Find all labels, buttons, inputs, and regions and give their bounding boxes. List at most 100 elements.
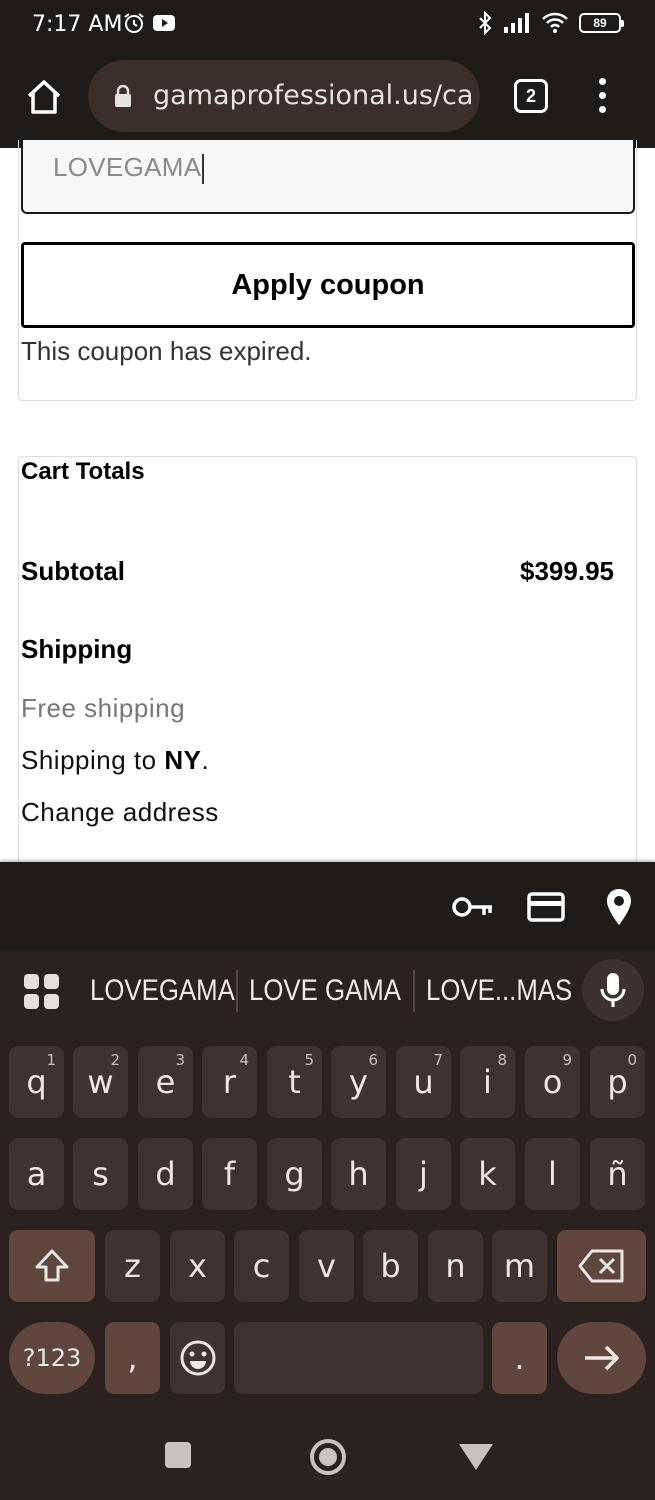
period-key[interactable]: .	[492, 1322, 547, 1394]
suggestion-item[interactable]: LOVEGAMA	[90, 974, 235, 1008]
key-s[interactable]: s	[73, 1138, 128, 1210]
battery-icon: 89	[579, 13, 624, 33]
key-m[interactable]: m	[492, 1230, 547, 1302]
key-p[interactable]: p0	[590, 1046, 645, 1118]
shipping-to-prefix: Shipping to	[21, 745, 165, 775]
url-text[interactable]: gamaprofessional.us/ca	[153, 80, 473, 111]
key-n[interactable]: n	[428, 1230, 483, 1302]
coupon-code-value: LOVEGAMA	[53, 152, 202, 182]
key-hint: 8	[497, 1051, 507, 1069]
key-label: q	[26, 1063, 47, 1101]
key-h[interactable]: h	[331, 1138, 386, 1210]
arrow-right-icon	[584, 1345, 619, 1371]
space-bar[interactable]	[234, 1322, 483, 1394]
key-hint: 9	[562, 1051, 572, 1069]
wifi-icon	[542, 12, 568, 33]
key-o[interactable]: o9	[525, 1046, 580, 1118]
coupon-code-input[interactable]: LOVEGAMA	[21, 140, 635, 214]
symbols-key[interactable]: ?123	[9, 1322, 95, 1394]
key-t[interactable]: t5	[267, 1046, 322, 1118]
apply-coupon-button[interactable]: Apply coupon	[21, 242, 635, 328]
key-hint: 4	[239, 1051, 249, 1069]
key-x[interactable]: x	[170, 1230, 225, 1302]
suggestion-divider	[413, 970, 415, 1012]
shift-key[interactable]	[9, 1230, 95, 1302]
key-j[interactable]: j	[396, 1138, 451, 1210]
browser-toolbar: gamaprofessional.us/ca 2	[0, 50, 655, 148]
more-vert-icon[interactable]	[590, 76, 618, 116]
key-label: e	[155, 1063, 176, 1101]
key-q[interactable]: q1	[9, 1046, 64, 1118]
key-hint: 5	[304, 1051, 314, 1069]
key-g[interactable]: g	[267, 1138, 322, 1210]
backspace-key[interactable]	[557, 1230, 646, 1302]
key-hint: 3	[175, 1051, 185, 1069]
key-label: r	[222, 1063, 237, 1101]
key-v[interactable]: v	[299, 1230, 354, 1302]
system-nav-bar	[0, 1406, 655, 1500]
key-n-tilde[interactable]: ñ	[590, 1138, 645, 1210]
mic-icon	[600, 973, 626, 1007]
recent-apps-icon[interactable]	[165, 1442, 191, 1468]
status-bar: 7:17 AM 89	[0, 0, 655, 50]
youtube-icon	[153, 15, 175, 31]
tab-switcher-button[interactable]: 2	[514, 79, 548, 113]
autofill-bar	[0, 862, 655, 950]
key-k[interactable]: k	[460, 1138, 515, 1210]
emoji-key[interactable]	[170, 1322, 225, 1394]
key-label: y	[349, 1063, 368, 1101]
cart-totals-title: Cart Totals	[21, 458, 145, 485]
key-f[interactable]: f	[202, 1138, 257, 1210]
go-key[interactable]	[557, 1322, 646, 1394]
shipping-to-suffix: .	[201, 745, 210, 775]
back-triangle-icon[interactable]	[459, 1444, 493, 1470]
suggestion-item[interactable]: LOVE GAMA	[249, 974, 401, 1008]
coupon-section: LOVEGAMA Apply coupon This coupon has ex…	[18, 140, 637, 401]
key-b[interactable]: b	[363, 1230, 418, 1302]
comma-key[interactable]: ,	[105, 1322, 160, 1394]
key-label: p	[607, 1063, 628, 1101]
key-r[interactable]: r4	[202, 1046, 257, 1118]
key-i[interactable]: i8	[460, 1046, 515, 1118]
key-label: o	[542, 1063, 563, 1101]
key-hint: 6	[368, 1051, 378, 1069]
key-a[interactable]: a	[9, 1138, 64, 1210]
key-hint: 2	[110, 1051, 120, 1069]
key-d[interactable]: d	[138, 1138, 193, 1210]
shipping-state: NY	[164, 745, 202, 775]
key-z[interactable]: z	[105, 1230, 160, 1302]
on-screen-keyboard: LOVEGAMA LOVE GAMA LOVE...MAS q1 w2 e3 r…	[0, 862, 655, 1406]
key-u[interactable]: u7	[396, 1046, 451, 1118]
cart-totals-section: Cart Totals Subtotal $399.95 Shipping Fr…	[18, 456, 637, 886]
home-circle-icon[interactable]	[310, 1439, 346, 1475]
location-pin-icon[interactable]	[605, 888, 633, 926]
key-l[interactable]: l	[525, 1138, 580, 1210]
shipping-label: Shipping	[21, 634, 133, 664]
key-y[interactable]: y6	[331, 1046, 386, 1118]
key-label: t	[288, 1063, 301, 1101]
lock-icon[interactable]	[114, 84, 132, 108]
key-icon[interactable]	[452, 894, 494, 920]
url-bar[interactable]: gamaprofessional.us/ca	[88, 60, 480, 132]
signal-icon	[504, 13, 529, 33]
suggestion-item[interactable]: LOVE...MAS	[426, 974, 572, 1008]
subtotal-label: Subtotal	[21, 556, 125, 586]
home-icon[interactable]	[24, 77, 64, 117]
suggestion-divider	[236, 970, 238, 1012]
bluetooth-icon	[479, 11, 492, 35]
credit-card-icon[interactable]	[527, 892, 565, 922]
key-w[interactable]: w2	[73, 1046, 128, 1118]
key-hint: 1	[46, 1051, 56, 1069]
apps-grid-icon[interactable]	[24, 974, 60, 1010]
key-c[interactable]: c	[234, 1230, 289, 1302]
key-e[interactable]: e3	[138, 1046, 193, 1118]
shift-icon	[35, 1249, 69, 1282]
subtotal-value: $399.95	[520, 556, 614, 586]
alarm-icon	[124, 13, 144, 33]
mic-button[interactable]	[582, 959, 644, 1021]
key-hint: 0	[627, 1051, 637, 1069]
key-hint: 7	[433, 1051, 443, 1069]
suggestion-strip: LOVEGAMA LOVE GAMA LOVE...MAS	[0, 950, 655, 1030]
change-address-link[interactable]: Change address	[21, 797, 219, 828]
emoji-icon	[180, 1340, 215, 1376]
